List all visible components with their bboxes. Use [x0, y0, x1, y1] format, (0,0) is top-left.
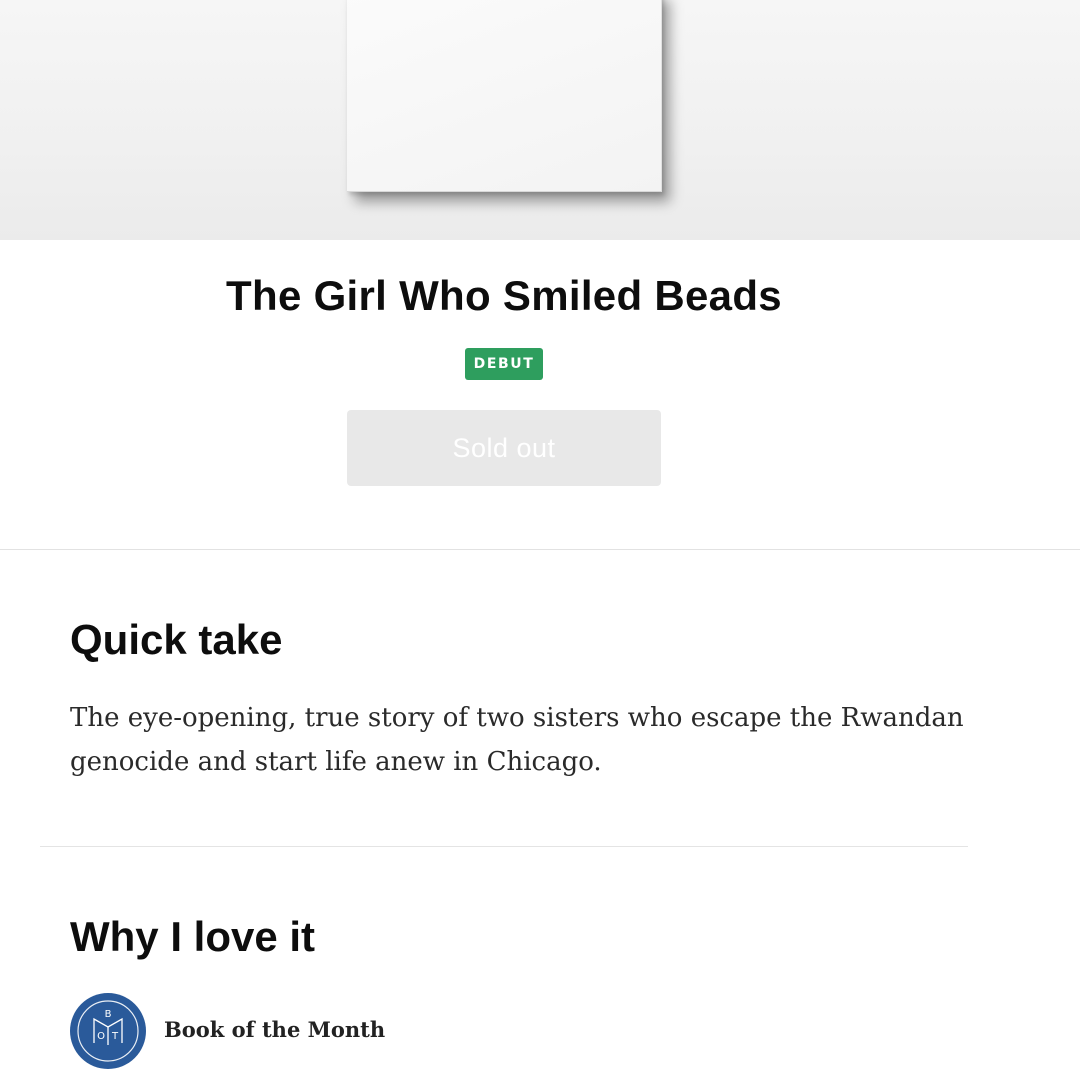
- book-cover-image[interactable]: [347, 0, 662, 192]
- product-page: The Girl Who Smiled Beads DEBUT Sold out…: [0, 0, 1080, 1080]
- sold-out-button[interactable]: Sold out: [347, 410, 661, 486]
- content-divider: [40, 846, 968, 847]
- quick-take-text: The eye-opening, true story of two siste…: [70, 703, 964, 777]
- quick-take-heading: Quick take: [70, 616, 283, 663]
- botm-logo-graphic: B O T: [77, 1000, 139, 1062]
- logo-letter-t: T: [111, 1031, 119, 1042]
- book-title: The Girl Who Smiled Beads: [226, 272, 782, 319]
- section-divider: [0, 549, 1080, 550]
- why-i-love-it-heading: Why I love it: [70, 913, 316, 960]
- logo-letter-o: O: [97, 1031, 105, 1042]
- logo-letter-b: B: [105, 1009, 112, 1020]
- book-cover-area: [0, 0, 1080, 240]
- botm-logo-icon[interactable]: B O T: [70, 993, 146, 1069]
- source-name[interactable]: Book of the Month: [164, 1017, 385, 1042]
- debut-badge: DEBUT: [465, 348, 543, 380]
